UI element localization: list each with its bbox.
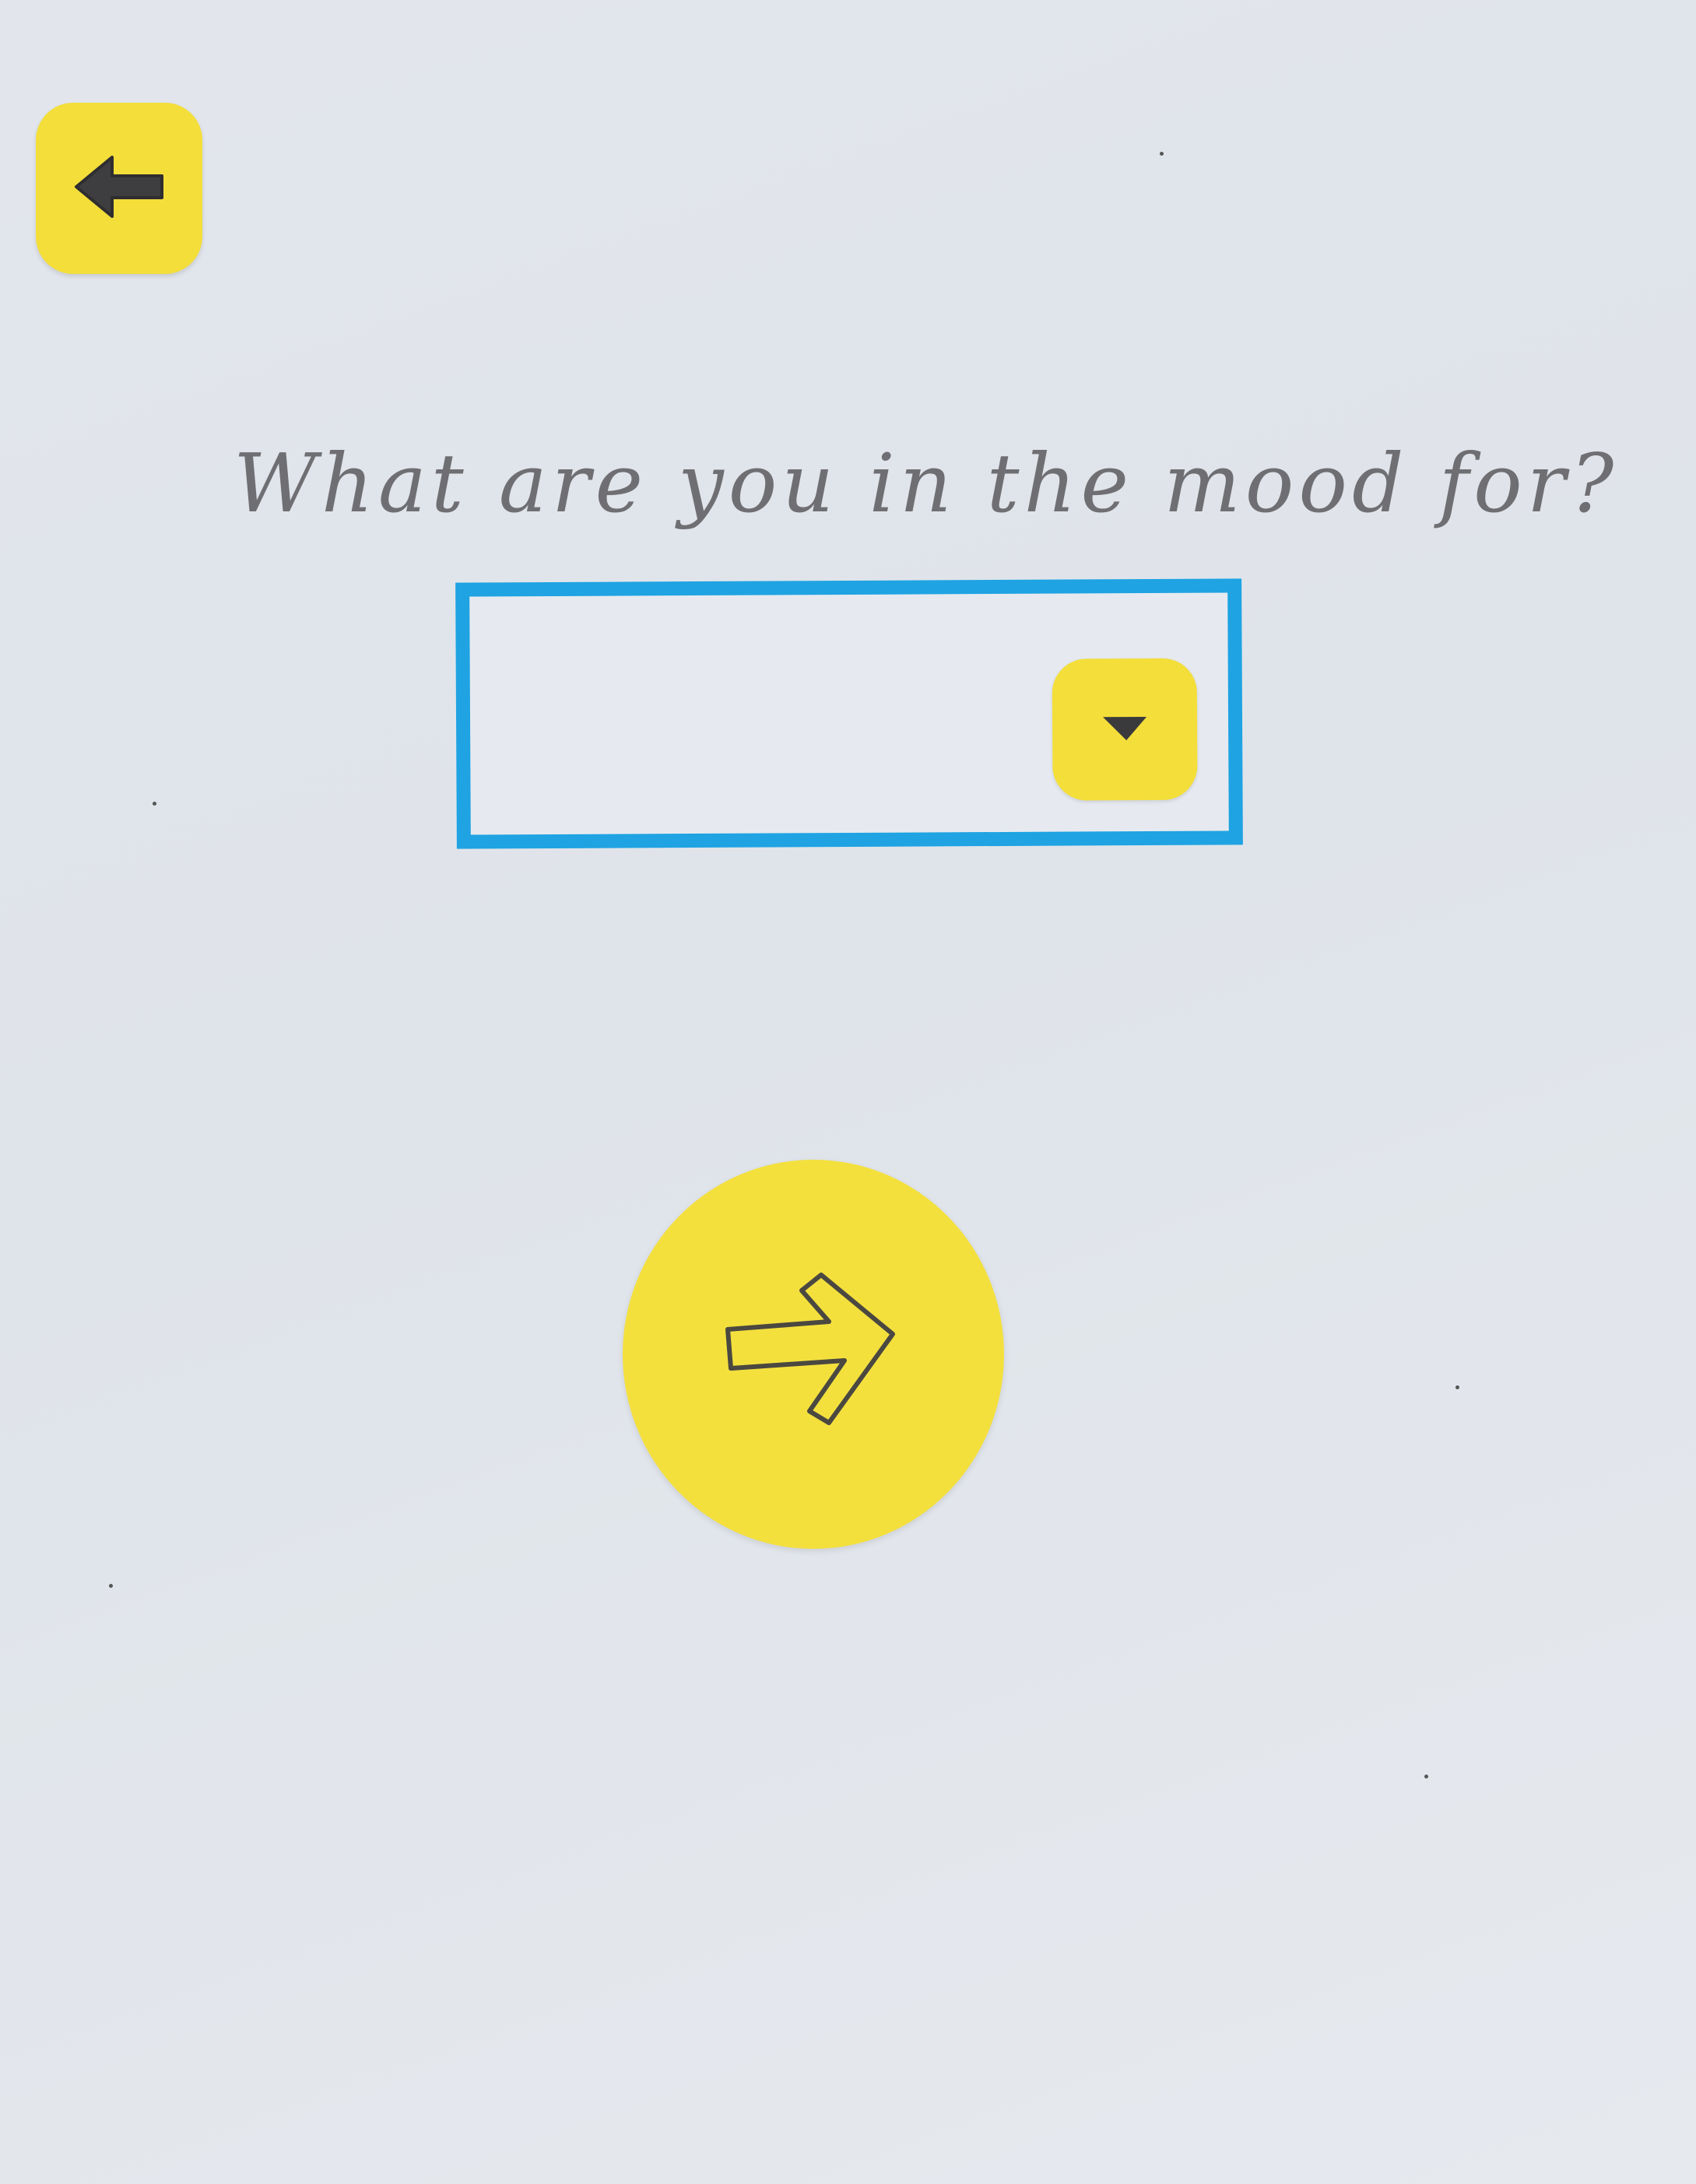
dropdown-toggle-button[interactable]	[1052, 658, 1198, 801]
caret-down-icon	[1100, 711, 1150, 748]
back-button[interactable]	[36, 103, 202, 274]
question-heading: What are you in the mood for?	[234, 436, 1619, 531]
arrow-right-icon	[712, 1259, 915, 1449]
mood-select[interactable]	[455, 578, 1243, 849]
mood-question-screen: What are you in the mood for?	[0, 0, 1696, 2184]
next-button[interactable]	[623, 1160, 1004, 1549]
paper-speck	[1160, 152, 1164, 156]
paper-speck	[1455, 1385, 1459, 1389]
paper-speck	[109, 1584, 113, 1588]
paper-speck	[1424, 1775, 1428, 1778]
arrow-left-icon	[68, 148, 170, 229]
paper-speck	[153, 802, 156, 806]
